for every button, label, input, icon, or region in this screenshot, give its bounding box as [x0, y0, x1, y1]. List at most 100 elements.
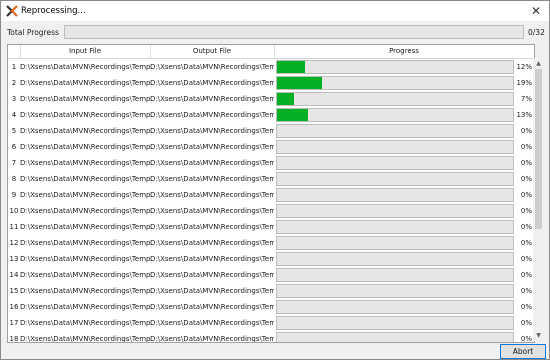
row-progress-bar [276, 220, 514, 234]
table-row[interactable]: 17D:\Xsens\Data\MVN\Recordings\Temp\VuDD… [8, 315, 534, 331]
row-progress-fill [277, 93, 294, 105]
row-progress-bar [276, 332, 514, 342]
row-progress-fill [277, 61, 306, 73]
row-progress-percent: 0% [520, 239, 532, 247]
table-row[interactable]: 9D:\Xsens\Data\MVN\Recordings\Temp\VRDD:… [8, 187, 534, 203]
table-row[interactable]: 4 D:\Xsens\Data\MVN\Recordings\Temp\Pa D:\… [8, 107, 534, 123]
row-progress-bar [276, 284, 514, 298]
row-progress-bar [276, 156, 514, 170]
row-progress-bar [276, 124, 514, 138]
output-file-cell: D:\Xsens\Data\MVN\Recordings\Temp\HC [150, 271, 274, 279]
output-file-cell: D:\Xsens\Data\MVN\Recordings\Temp\HC [150, 175, 274, 183]
table-row[interactable]: 1D:\Xsens\Data\MVN\Recordings\Temp\DyDD:… [8, 59, 534, 75]
row-number: 1 [11, 63, 17, 71]
total-progress-count: 0/32 [528, 28, 545, 37]
input-file-cell: D:\Xsens\Data\MVN\Recordings\Temp\DyD [20, 63, 150, 71]
row-progress-fill [277, 109, 308, 121]
table-row[interactable]: 10D:\Xsens\Data\MVN\Recordings\Temp\VRDD… [8, 203, 534, 219]
row-number: 18 [9, 335, 19, 343]
output-file-cell: D:\Xsens\Data\MVN\Recordings\Temp\HC [150, 127, 274, 135]
row-progress-bar [276, 300, 514, 314]
input-file-cell: D:\Xsens\Data\MVN\Recordings\Temp\VuD [20, 335, 150, 343]
input-file-cell: D:\Xsens\Data\MVN\Recordings\Temp\Pa [20, 111, 150, 119]
output-file-cell: D:\Xsens\Data\MVN\Recordings\Temp\HC [150, 95, 274, 103]
row-number: 5 [11, 127, 17, 135]
input-file-cell: D:\Xsens\Data\MVN\Recordings\Temp\VRD [20, 239, 150, 247]
row-progress-percent: 0% [520, 319, 532, 327]
row-progress-percent: 0% [520, 223, 532, 231]
input-file-cell: D:\Xsens\Data\MVN\Recordings\Temp\VRD [20, 191, 150, 199]
row-progress-percent: 0% [520, 143, 532, 151]
row-number: 10 [9, 207, 19, 215]
abort-button[interactable]: Abort [500, 344, 546, 359]
row-number: 2 [11, 79, 17, 87]
table-header: Input File Output File Progress [8, 45, 534, 59]
table-row[interactable]: 15D:\Xsens\Data\MVN\Recordings\Temp\VRDD… [8, 283, 534, 299]
row-progress-percent: 0% [520, 303, 532, 311]
table-row[interactable]: 6D:\Xsens\Data\MVN\Recordings\Temp\TaDD:… [8, 139, 534, 155]
input-file-header[interactable]: Input File [20, 45, 151, 58]
table-row[interactable]: 12D:\Xsens\Data\MVN\Recordings\Temp\VRDD… [8, 235, 534, 251]
row-number: 3 [11, 95, 17, 103]
input-file-cell: D:\Xsens\Data\MVN\Recordings\Temp\VRD [20, 287, 150, 295]
scroll-up-icon[interactable]: ▲ [533, 58, 544, 69]
output-file-cell: D:\Xsens\Data\MVN\Recordings\Temp\HC [150, 255, 274, 263]
output-file-cell: D:\Xsens\Data\MVN\Recordings\Temp\HC [150, 159, 274, 167]
scroll-thumb[interactable] [535, 69, 542, 229]
table-row[interactable]: 18D:\Xsens\Data\MVN\Recordings\Temp\VuDD… [8, 331, 534, 343]
table-row[interactable]: 14D:\Xsens\Data\MVN\Recordings\Temp\VRDD… [8, 267, 534, 283]
file-table: Input File Output File Progress 1 D:\Xsen… [7, 44, 535, 343]
table-row[interactable]: 7D:\Xsens\Data\MVN\Recordings\Temp\TaDD:… [8, 155, 534, 171]
row-progress-percent: 0% [520, 191, 532, 199]
input-file-cell: D:\Xsens\Data\MVN\Recordings\Temp\TaD [20, 127, 150, 135]
row-number: 8 [11, 175, 17, 183]
row-progress-percent: 0% [520, 287, 532, 295]
row-progress-percent: 0% [520, 271, 532, 279]
output-file-cell: D:\Xsens\Data\MVN\Recordings\Temp\HC [150, 223, 274, 231]
row-progress-bar [276, 316, 514, 330]
row-number: 6 [11, 143, 17, 151]
table-row[interactable]: 11D:\Xsens\Data\MVN\Recordings\Temp\VRDD… [8, 219, 534, 235]
input-file-cell: D:\Xsens\Data\MVN\Recordings\Temp\VuD [20, 303, 150, 311]
table-row[interactable]: 5D:\Xsens\Data\MVN\Recordings\Temp\TaDD:… [8, 123, 534, 139]
row-progress-bar [276, 172, 514, 186]
output-file-cell: D:\Xsens\Data\MVN\Recordings\Temp\HC [150, 207, 274, 215]
row-progress-percent: 0% [520, 255, 532, 263]
output-file-cell: D:\Xsens\Data\MVN\Recordings\Temp\HC [150, 303, 274, 311]
output-file-header[interactable]: Output File [150, 45, 275, 58]
row-number: 13 [9, 255, 19, 263]
total-progress-label: Total Progress [7, 28, 59, 37]
row-progress-bar [276, 140, 514, 154]
table-row[interactable]: 3D:\Xsens\Data\MVN\Recordings\Temp\DyDD:… [8, 91, 534, 107]
output-file-cell: D:\Xsens\Data\MVN\Recordings\Temp\HC [150, 287, 274, 295]
input-file-cell: D:\Xsens\Data\MVN\Recordings\Temp\TaD [20, 143, 150, 151]
output-file-cell: D:\Xsens\Data\MVN\Recordings\Temp\HC [150, 191, 274, 199]
scroll-down-icon[interactable]: ▼ [533, 330, 544, 341]
row-progress-percent: 12% [516, 63, 532, 71]
table-row[interactable]: 2D:\Xsens\Data\MVN\Recordings\Temp\DyDD:… [8, 75, 534, 91]
row-progress-bar [276, 76, 514, 90]
row-progress-percent: 19% [516, 79, 532, 87]
input-file-cell: D:\Xsens\Data\MVN\Recordings\Temp\TaD [20, 175, 150, 183]
row-progress-percent: 13% [516, 111, 532, 119]
table-row[interactable]: 13D:\Xsens\Data\MVN\Recordings\Temp\VRDD… [8, 251, 534, 267]
row-number: 7 [11, 159, 17, 167]
input-file-cell: D:\Xsens\Data\MVN\Recordings\Temp\DyD [20, 79, 150, 87]
input-file-cell: D:\Xsens\Data\MVN\Recordings\Temp\VRD [20, 207, 150, 215]
progress-header[interactable]: Progress [274, 45, 534, 58]
row-progress-percent: 7% [520, 95, 532, 103]
row-number: 15 [9, 287, 19, 295]
close-button[interactable]: ✕ [523, 1, 549, 21]
input-file-cell: D:\Xsens\Data\MVN\Recordings\Temp\TaD [20, 159, 150, 167]
vertical-scrollbar[interactable]: ▲ ▼ [533, 58, 544, 341]
row-number: 16 [9, 303, 19, 311]
row-progress-fill [277, 77, 322, 89]
row-progress-percent: 0% [520, 175, 532, 183]
input-file-cell: D:\Xsens\Data\MVN\Recordings\Temp\VRD [20, 223, 150, 231]
row-progress-percent: 0% [520, 335, 532, 343]
output-file-cell: D:\Xsens\Data\MVN\Recordings\Temp\HC [150, 143, 274, 151]
table-row[interactable]: 16D:\Xsens\Data\MVN\Recordings\Temp\VuDD… [8, 299, 534, 315]
table-row[interactable]: 8D:\Xsens\Data\MVN\Recordings\Temp\TaDD:… [8, 171, 534, 187]
input-file-cell: D:\Xsens\Data\MVN\Recordings\Temp\VuD [20, 319, 150, 327]
row-number: 12 [9, 239, 19, 247]
